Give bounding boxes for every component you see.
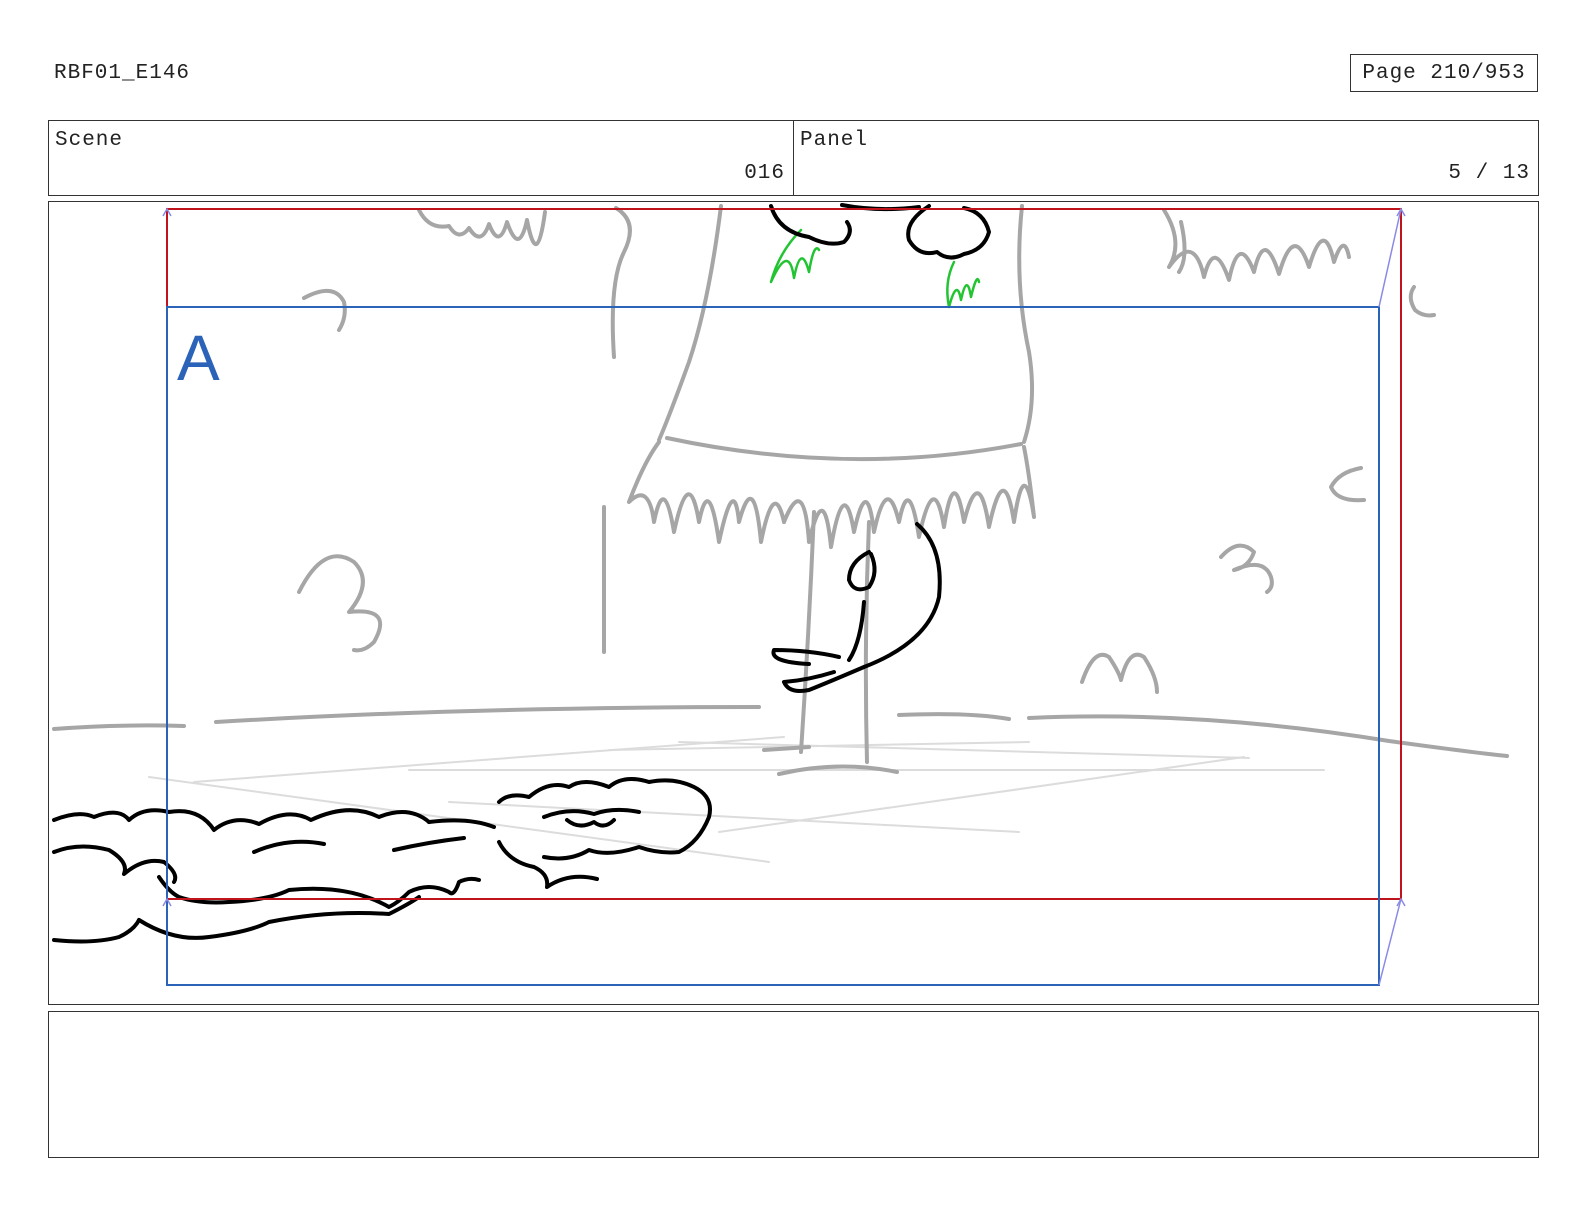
ink-foreground-sketch (52, 203, 991, 944)
scene-cell: Scene 016 (49, 121, 793, 195)
scene-label: Scene (55, 129, 124, 152)
scene-number: 016 (744, 162, 785, 185)
storyboard-panel: A (48, 201, 1539, 1005)
panel-drawing: A (52, 203, 1509, 986)
panel-cell: Panel 5 / 13 (793, 121, 1538, 195)
rough-background-sketch (52, 204, 1509, 776)
document-id: RBF01_E146 (54, 62, 191, 85)
panel-notes (48, 1011, 1539, 1158)
page-number: Page 210/953 (1350, 54, 1538, 92)
camera-field-label: A (177, 322, 220, 394)
scene-panel-info: Scene 016 Panel 5 / 13 (48, 120, 1539, 196)
inner-camera-field (166, 306, 1380, 986)
green-leaf-accents (769, 228, 981, 309)
panel-number: 5 / 13 (1448, 162, 1530, 185)
camera-move-arrows (162, 207, 1406, 986)
camera-guides: A (162, 207, 1406, 986)
panel-label: Panel (800, 129, 869, 152)
outer-camera-frame (166, 208, 1402, 900)
